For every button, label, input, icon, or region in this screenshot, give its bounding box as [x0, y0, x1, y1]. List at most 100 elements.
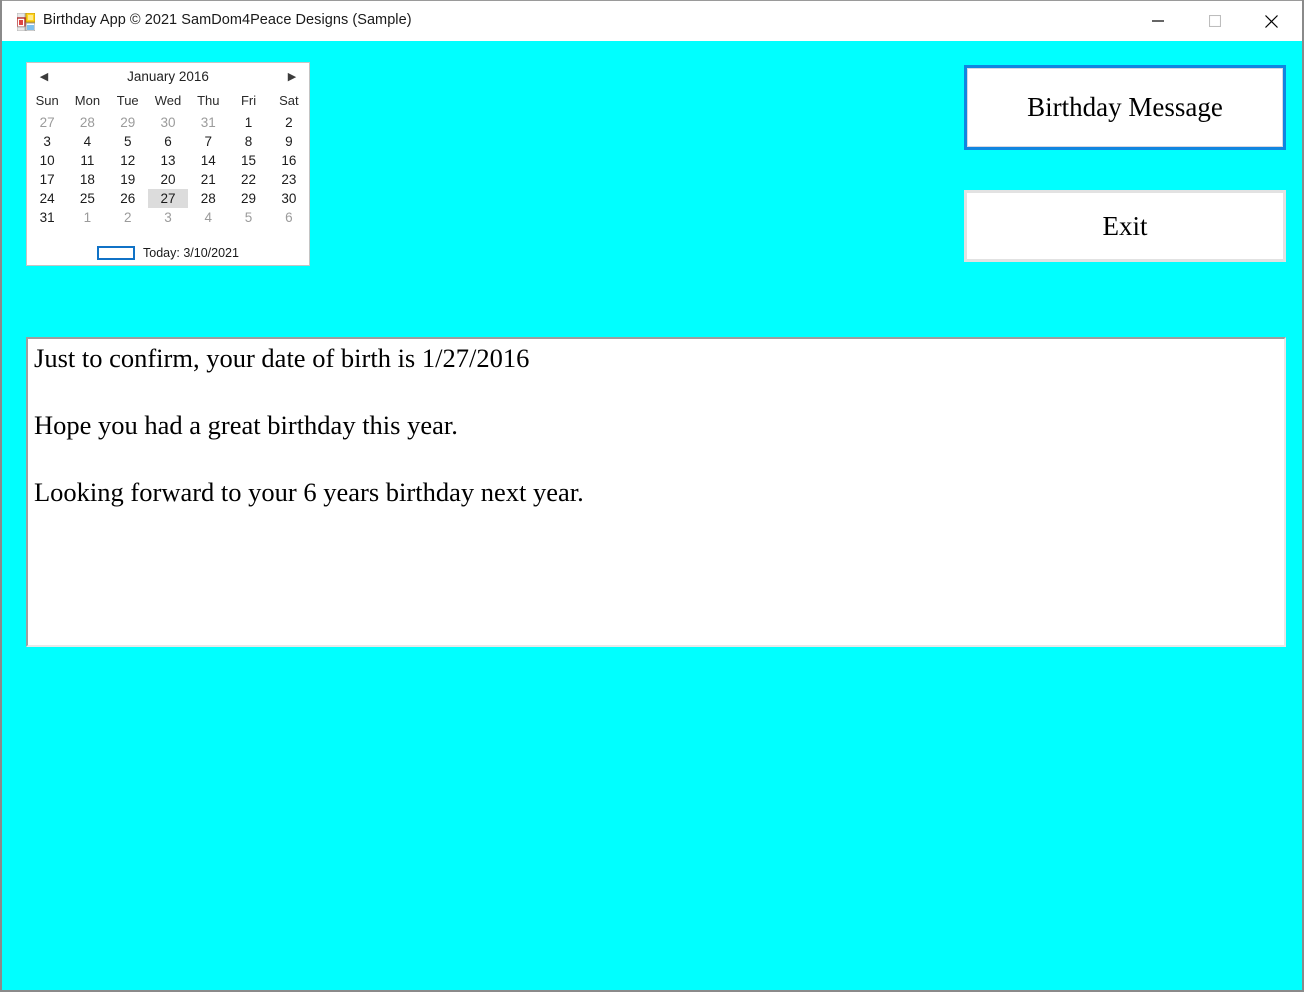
calendar-day[interactable]: 18 — [67, 170, 107, 189]
calendar-day-number: 30 — [160, 115, 176, 130]
calendar-day[interactable]: 31 — [188, 113, 228, 132]
calendar-day[interactable]: 4 — [188, 208, 228, 227]
calendar-day-number: 28 — [200, 191, 216, 206]
title-bar[interactable]: Birthday App © 2021 SamDom4Peace Designs… — [2, 0, 1302, 41]
maximize-button[interactable] — [1186, 1, 1243, 41]
calendar-day[interactable]: 20 — [148, 170, 188, 189]
calendar-day[interactable]: 14 — [188, 151, 228, 170]
calendar-week-row: 10 11 12 13 14 15 16 — [27, 151, 309, 170]
calendar-day[interactable]: 6 — [269, 208, 309, 227]
message-line — [34, 515, 1274, 549]
calendar-today-swatch — [97, 246, 136, 260]
calendar-day[interactable]: 10 — [27, 151, 67, 170]
message-line — [34, 381, 1274, 415]
calendar-day-number: 14 — [200, 153, 216, 168]
calendar-day-number: 26 — [120, 191, 136, 206]
calendar-day[interactable]: 15 — [228, 151, 268, 170]
calendar-day-number: 8 — [244, 134, 253, 149]
calendar-day-number: 17 — [39, 172, 55, 187]
calendar-day[interactable]: 1 — [228, 113, 268, 132]
calendar-day-number: 19 — [120, 172, 136, 187]
calendar-day-number: 3 — [43, 134, 51, 149]
calendar-day[interactable]: 2 — [108, 208, 148, 227]
calendar-day-number: 5 — [244, 210, 253, 225]
calendar-today-label: Today: 3/10/2021 — [143, 246, 239, 260]
calendar-day[interactable]: 4 — [67, 132, 107, 151]
calendar-day[interactable]: 12 — [108, 151, 148, 170]
calendar-day[interactable]: 28 — [188, 189, 228, 208]
calendar-day-number: 4 — [204, 210, 213, 225]
calendar-day-number: 2 — [285, 115, 293, 130]
calendar-week-row: 24 25 26 27 28 29 30 — [27, 189, 309, 208]
close-button[interactable] — [1243, 1, 1300, 41]
calendar-day[interactable]: 28 — [67, 113, 107, 132]
calendar-day-number: 22 — [241, 172, 257, 187]
calendar-day-number: 16 — [281, 153, 297, 168]
calendar-day[interactable]: 26 — [108, 189, 148, 208]
calendar-day[interactable]: 11 — [67, 151, 107, 170]
calendar-prev-month-icon[interactable]: ◀ — [33, 63, 55, 91]
calendar-weekday-row: Sun Mon Tue Wed Thu Fri Sat — [27, 91, 309, 113]
calendar-day-number: 13 — [160, 153, 176, 168]
calendar-day-number: 9 — [285, 134, 293, 149]
calendar-day[interactable]: 24 — [27, 189, 67, 208]
calendar-weekday: Tue — [116, 93, 139, 108]
calendar-day[interactable]: 19 — [108, 170, 148, 189]
calendar-day[interactable]: 7 — [188, 132, 228, 151]
calendar-day[interactable]: 30 — [269, 189, 309, 208]
calendar-day[interactable]: 27 — [27, 113, 67, 132]
calendar-day-number: 24 — [39, 191, 55, 206]
calendar-day-number: 27 — [147, 191, 189, 206]
message-line: Looking forward to your 6 years birthday… — [34, 477, 584, 507]
minimize-icon — [1151, 20, 1164, 22]
calendar-day[interactable]: 5 — [108, 132, 148, 151]
calendar-grid: Sun Mon Tue Wed Thu Fri Sat 27 28 29 30 31 1 2… — [27, 91, 309, 227]
calendar-day[interactable]: 2 — [269, 113, 309, 132]
month-calendar[interactable]: ◀ January 2016 ▶ Sun Mon Tue Wed Thu Fri… — [26, 62, 310, 266]
calendar-day-number: 15 — [241, 153, 257, 168]
birthday-message-textbox[interactable]: Just to confirm, your date of birth is 1… — [26, 337, 1286, 647]
calendar-day-number: 1 — [83, 210, 92, 225]
calendar-day-number: 5 — [123, 134, 132, 149]
calendar-day[interactable]: 3 — [27, 132, 67, 151]
calendar-day-number: 28 — [79, 115, 95, 130]
calendar-day-number: 1 — [244, 115, 253, 130]
calendar-week-row: 3 4 5 6 7 8 9 — [27, 132, 309, 151]
calendar-month-year[interactable]: January 2016 — [127, 69, 209, 84]
calendar-day-number: 20 — [160, 172, 176, 187]
close-icon — [1265, 14, 1278, 28]
message-line — [34, 448, 1274, 482]
calendar-day[interactable]: 1 — [67, 208, 107, 227]
calendar-day-number: 6 — [285, 210, 293, 225]
calendar-day[interactable]: 6 — [148, 132, 188, 151]
calendar-day[interactable]: 5 — [228, 208, 268, 227]
calendar-day[interactable]: 31 — [27, 208, 67, 227]
calendar-weekday: Sat — [279, 93, 299, 108]
calendar-day[interactable]: 21 — [188, 170, 228, 189]
calendar-day[interactable]: 3 — [148, 208, 188, 227]
minimize-button[interactable] — [1129, 1, 1186, 41]
calendar-weekday: Fri — [240, 93, 257, 108]
birthday-message-button[interactable]: Birthday Message — [964, 65, 1286, 150]
calendar-day[interactable]: 22 — [228, 170, 268, 189]
calendar-day[interactable]: 23 — [269, 170, 309, 189]
calendar-day[interactable]: 9 — [269, 132, 309, 151]
calendar-day[interactable]: 13 — [148, 151, 188, 170]
calendar-day-number: 21 — [200, 172, 216, 187]
calendar-day[interactable]: 30 — [148, 113, 188, 132]
calendar-weekday: Mon — [74, 93, 101, 108]
calendar-next-month-icon[interactable]: ▶ — [281, 63, 303, 91]
calendar-day[interactable]: 16 — [269, 151, 309, 170]
calendar-day[interactable]: 29 — [228, 189, 268, 208]
calendar-day-number: 29 — [120, 115, 136, 130]
calendar-day[interactable]: 25 — [67, 189, 107, 208]
calendar-day[interactable]: 29 — [108, 113, 148, 132]
calendar-day[interactable]: 17 — [27, 170, 67, 189]
calendar-day-selected[interactable]: 27 — [147, 189, 189, 208]
exit-button[interactable]: Exit — [964, 190, 1286, 262]
calendar-week-row: 27 28 29 30 31 1 2 — [27, 113, 309, 132]
calendar-day-number: 23 — [281, 172, 297, 187]
calendar-today-footer[interactable]: Today: 3/10/2021 — [27, 246, 309, 260]
calendar-day[interactable]: 8 — [228, 132, 268, 151]
maximize-icon — [1208, 15, 1221, 27]
